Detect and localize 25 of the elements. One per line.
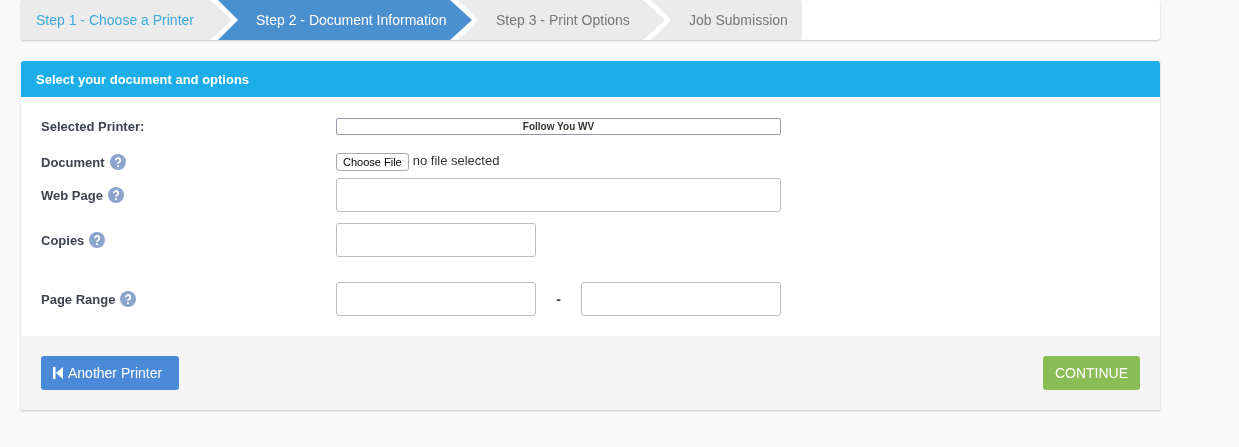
- wizard-step[interactable]: Job Submission: [651, 0, 802, 40]
- help-icon[interactable]: [109, 154, 126, 170]
- continue-button[interactable]: CONTINUE: [1043, 356, 1140, 390]
- field-label: Selected Printer:: [41, 118, 145, 134]
- input-field[interactable]: [336, 223, 536, 257]
- help-icon[interactable]: [89, 232, 106, 248]
- field-label: Document: [41, 154, 105, 170]
- back-button[interactable]: Another Printer: [41, 356, 179, 390]
- range-separator: -: [555, 291, 562, 307]
- wizard-step[interactable]: Step 1 - Choose a Printer: [21, 0, 232, 40]
- choose-file-button[interactable]: Choose File: [336, 153, 409, 171]
- skip-back-icon: [53, 367, 63, 379]
- input-field[interactable]: [336, 178, 781, 212]
- panel-header: Select your document and options: [21, 61, 1160, 97]
- wizard-step[interactable]: Step 3 - Print Options: [458, 0, 665, 40]
- help-icon[interactable]: [107, 187, 124, 203]
- field-label: Copies: [41, 232, 85, 248]
- input-field[interactable]: [581, 282, 781, 316]
- field-label: Web Page: [41, 187, 103, 203]
- help-icon[interactable]: [120, 291, 137, 307]
- wizard-step[interactable]: Step 2 - Document Information: [218, 0, 472, 40]
- printer-field: Follow You WV: [336, 117, 781, 135]
- input-field[interactable]: [336, 282, 536, 316]
- field-label: Page Range: [41, 291, 116, 307]
- file-status: no file selected: [412, 152, 500, 168]
